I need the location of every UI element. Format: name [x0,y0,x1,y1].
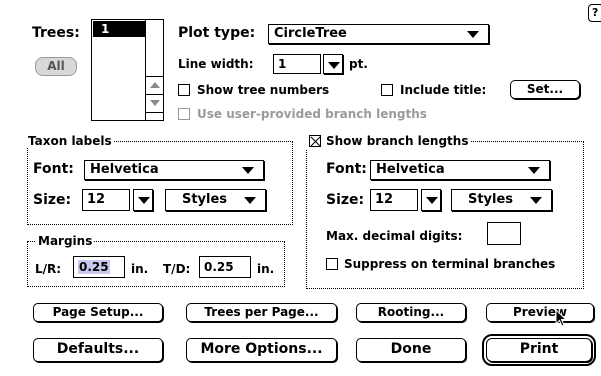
page-setup-button[interactable]: Page Setup... [33,303,163,322]
dropdown-arrow-icon [426,197,438,204]
more-options-button[interactable]: More Options... [186,338,337,362]
max-decimal-label: Max. decimal digits: [326,229,463,243]
lr-margin-field[interactable]: 0.25 [73,256,125,278]
plot-type-label: Plot type: [178,25,256,41]
taxon-size-label: Size: [33,192,72,208]
show-tree-numbers-checkbox[interactable] [178,84,190,96]
trees-per-page-button[interactable]: Trees per Page... [186,303,337,322]
dropdown-arrow-icon [138,197,150,204]
dropdown-arrow-icon [328,62,340,69]
branch-font-value: Helvetica [376,162,445,177]
line-width-label: Line width: [178,57,254,71]
td-unit: in. [257,262,275,276]
help-icon[interactable]: ? [588,4,601,22]
taxon-labels-title: Taxon labels [26,134,114,148]
scroll-down-arrow-icon[interactable] [150,100,160,106]
preview-button[interactable]: Preview [486,303,594,322]
taxon-labels-group [27,141,293,225]
rooting-button[interactable]: Rooting... [356,303,466,322]
trees-label: Trees: [32,25,80,41]
tree-list-scrollbar[interactable] [145,20,163,120]
include-title-checkbox[interactable] [381,84,393,96]
branch-size-dropdown[interactable] [421,189,441,211]
popup-arrow-icon [244,197,256,204]
branch-font-label: Font: [326,161,367,177]
line-width-unit: pt. [349,57,368,71]
include-title-label: Include title: [400,83,487,97]
user-branch-lengths-checkbox[interactable] [178,108,190,120]
suppress-terminal-checkbox[interactable] [326,258,338,270]
popup-arrow-icon [467,31,479,38]
lr-margin-value: 0.25 [78,260,110,274]
lr-unit: in. [131,262,149,276]
user-branch-lengths-label: Use user-provided branch lengths [197,107,427,121]
taxon-styles-label: Styles [181,192,228,207]
td-margin-field[interactable]: 0.25 [199,256,251,278]
plot-type-value: CircleTree [274,26,347,41]
defaults-button[interactable]: Defaults... [33,338,163,362]
all-trees-button[interactable]: All [35,57,77,76]
popup-arrow-icon [242,167,254,174]
branch-lengths-title: Show branch lengths [306,133,471,149]
popup-arrow-icon [528,167,540,174]
scroll-up-arrow-icon[interactable] [150,82,160,88]
margins-title: Margins [36,234,95,248]
suppress-terminal-label: Suppress on terminal branches [344,257,556,271]
mouse-pointer-icon [555,309,568,327]
taxon-size-field[interactable]: 12 [82,189,130,211]
taxon-font-label: Font: [33,161,74,177]
branch-size-field[interactable]: 12 [370,189,418,211]
popup-arrow-icon [530,197,542,204]
td-label: T/D: [163,262,191,276]
taxon-size-dropdown[interactable] [133,189,153,211]
branch-font-popup[interactable]: Helvetica [370,160,550,180]
taxon-styles-popup[interactable]: Styles [165,189,266,211]
branch-styles-label: Styles [467,192,514,207]
max-decimal-field[interactable] [487,222,521,245]
lr-label: L/R: [35,262,62,276]
plot-type-popup[interactable]: CircleTree [268,24,489,44]
taxon-font-popup[interactable]: Helvetica [84,160,264,180]
branch-styles-popup[interactable]: Styles [451,189,552,211]
branch-size-label: Size: [326,192,365,208]
show-tree-numbers-label: Show tree numbers [197,83,330,97]
trees-listbox[interactable]: 1 [91,19,164,121]
taxon-font-value: Helvetica [90,162,159,177]
show-branch-lengths-checkbox[interactable] [309,135,321,147]
line-width-field[interactable]: 1 [273,54,321,74]
line-width-dropdown[interactable] [323,54,343,74]
print-button[interactable]: Print [482,334,596,366]
done-button[interactable]: Done [356,338,466,362]
set-title-button[interactable]: Set... [510,80,580,99]
tree-list-item-selected[interactable]: 1 [93,21,145,37]
